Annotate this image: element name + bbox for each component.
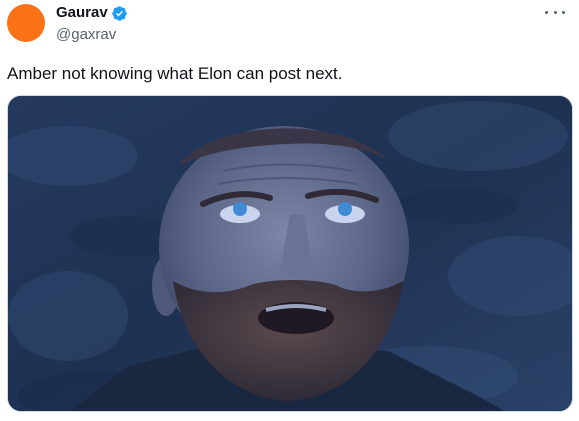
meme-photo <box>8 96 572 411</box>
author-handle[interactable]: @gaxrav <box>56 25 128 45</box>
verified-badge-icon <box>111 5 128 22</box>
tweet-author: Gaurav @gaxrav <box>56 3 128 45</box>
author-display-name[interactable]: Gaurav <box>56 3 108 23</box>
tweet-media-image[interactable] <box>7 95 573 412</box>
tweet[interactable]: Gaurav @gaxrav Amber not knowing what El… <box>0 0 579 421</box>
more-horizontal-icon[interactable] <box>545 5 565 19</box>
avatar[interactable] <box>7 4 45 42</box>
tweet-text: Amber not knowing what Elon can post nex… <box>7 64 343 83</box>
author-name-row: Gaurav <box>56 3 128 23</box>
